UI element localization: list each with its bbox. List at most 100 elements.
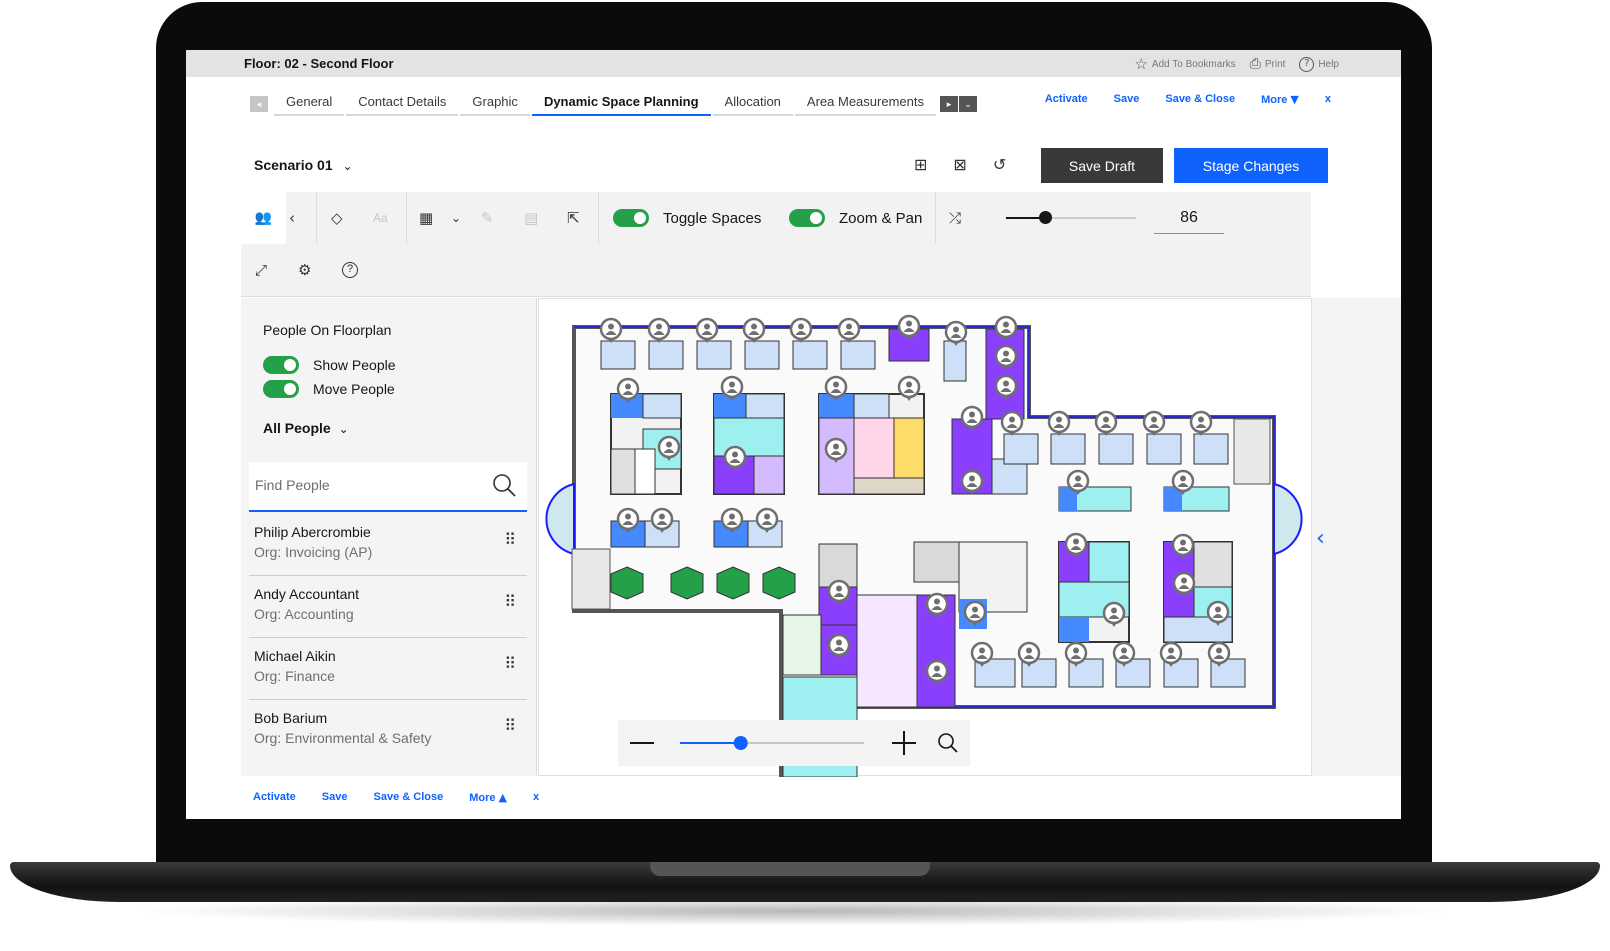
person-org: Org: Invoicing (AP)	[254, 544, 373, 560]
caret-down-icon: ▼	[1290, 93, 1299, 106]
more-link[interactable]: More ▼	[1261, 93, 1299, 106]
person-list-item[interactable]: Michael Aikin Org: Finance ⠿	[249, 638, 527, 700]
table-icon[interactable]: ▤	[524, 192, 538, 244]
save-link[interactable]: Save	[1114, 93, 1140, 106]
settings-gear-icon[interactable]: ⚙	[298, 244, 311, 296]
people-tool-icon[interactable]: 👥	[241, 192, 286, 244]
drag-handle-icon[interactable]: ⠿	[504, 718, 516, 734]
people-panel: People On Floorplan Show People Move Peo…	[241, 298, 537, 776]
zoom-slider-handle[interactable]	[1039, 211, 1052, 224]
zoom-pan-control[interactable]: Zoom & Pan	[789, 192, 922, 244]
floor-title: Floor: 02 - Second Floor	[244, 56, 394, 71]
zoom-pan-label: Zoom & Pan	[839, 209, 923, 227]
person-name: Bob Barium	[254, 710, 328, 726]
zoom-slider[interactable]	[1006, 211, 1136, 224]
save-draft-button[interactable]: Save Draft	[1041, 148, 1163, 183]
shuffle-icon[interactable]: ⤮	[949, 192, 961, 244]
edit-icon[interactable]: ✎	[481, 192, 494, 244]
stair-wing-right	[1273, 482, 1303, 556]
drag-handle-icon[interactable]: ⠿	[504, 532, 516, 548]
find-people-input[interactable]	[249, 462, 469, 508]
fullscreen-icon[interactable]: ⤢	[255, 244, 267, 296]
stairwell-right	[1233, 418, 1271, 485]
tab-graphic[interactable]: Graphic	[460, 90, 530, 116]
toolbar-divider	[316, 192, 317, 244]
toggle-spaces-control[interactable]: Toggle Spaces	[613, 192, 761, 244]
text-style-icon[interactable]: Aa	[373, 192, 388, 244]
map-toolbar: 👥 ‹ ◇ Aa ▦ ⌄ ✎ ▤ ⇱ Toggle Spaces Zoom & …	[241, 192, 1311, 297]
move-people-control[interactable]: Move People	[263, 380, 395, 398]
activate-link[interactable]: Activate	[253, 791, 296, 804]
search-icon[interactable]	[491, 472, 517, 498]
legend-dropdown-icon[interactable]: ⌄	[451, 192, 461, 244]
print-link[interactable]: ⎙ Print	[1250, 56, 1286, 72]
people-filter-dropdown[interactable]: All People ⌄	[263, 420, 349, 436]
floor-plan-canvas[interactable]	[538, 298, 1313, 779]
stairwell-left	[571, 548, 611, 610]
collapse-left-icon[interactable]: ‹	[289, 192, 295, 244]
stage-changes-button[interactable]: Stage Changes	[1174, 148, 1328, 183]
save-link[interactable]: Save	[322, 791, 348, 804]
panel-title: People On Floorplan	[263, 322, 392, 338]
tab-overflow-icon[interactable]: ⌄	[958, 96, 977, 112]
bookmarks-label: Add To Bookmarks	[1151, 58, 1236, 70]
map-zoom-handle[interactable]	[733, 736, 748, 750]
people-filter-label: All People	[263, 420, 331, 436]
tab-scroll-right-icon[interactable]: ▸	[939, 96, 958, 112]
floor-plan-drawing[interactable]	[539, 299, 1313, 779]
tab-dynamic-space-planning[interactable]: Dynamic Space Planning	[531, 90, 711, 116]
expand-grid-icon[interactable]: ⊠	[953, 155, 966, 174]
help-link[interactable]: ? Help	[1299, 56, 1339, 72]
close-link[interactable]: x	[1325, 93, 1331, 106]
tab-general[interactable]: General	[274, 90, 345, 116]
show-people-label: Show People	[313, 357, 396, 373]
zoom-pan-switch[interactable]	[789, 209, 825, 227]
right-collapse-strip	[1312, 298, 1401, 776]
show-people-switch[interactable]	[263, 356, 299, 374]
zoom-in-icon[interactable]	[892, 731, 916, 755]
move-people-label: Move People	[313, 381, 395, 397]
person-name: Philip Abercrombie	[254, 524, 371, 540]
toggle-spaces-label: Toggle Spaces	[663, 209, 762, 227]
legend-icon[interactable]: ▦	[419, 192, 433, 244]
person-list-item[interactable]: Philip Abercrombie Org: Invoicing (AP) ⠿	[249, 514, 527, 576]
tab-contact-details[interactable]: Contact Details	[346, 90, 459, 116]
laptop-notch	[650, 862, 930, 876]
printer-icon: ⎙	[1249, 56, 1261, 72]
drag-handle-icon[interactable]: ⠿	[504, 656, 516, 672]
show-people-control[interactable]: Show People	[263, 356, 396, 374]
tab-bar: ◂ General Contact Details Graphic Dynami…	[250, 90, 977, 116]
more-link[interactable]: More ▲	[469, 791, 507, 804]
person-org: Org: Accounting	[254, 606, 354, 622]
expand-right-icon[interactable]: ‹	[1316, 526, 1325, 551]
scenario-dropdown[interactable]: Scenario 01 ⌄	[254, 157, 353, 173]
title-bar: Floor: 02 - Second Floor ☆ Add To Bookmar…	[186, 50, 1401, 77]
zoom-reset-icon[interactable]	[938, 733, 958, 753]
tab-allocation[interactable]: Allocation	[712, 90, 793, 116]
tab-scroll-left-icon[interactable]: ◂	[250, 96, 268, 112]
zoom-value-field[interactable]: 86	[1154, 202, 1224, 234]
help-icon[interactable]: ?	[342, 244, 358, 296]
toolbar-divider	[598, 192, 599, 244]
add-grid-icon[interactable]: ⊞	[914, 155, 927, 174]
toggle-spaces-switch[interactable]	[613, 209, 649, 227]
save-close-link[interactable]: Save & Close	[374, 791, 444, 804]
caret-up-icon: ▲	[498, 791, 508, 804]
add-bookmarks-link[interactable]: ☆ Add To Bookmarks	[1134, 55, 1235, 73]
launch-icon[interactable]: ⇱	[567, 192, 580, 244]
print-label: Print	[1264, 58, 1286, 70]
person-name: Michael Aikin	[254, 648, 336, 664]
tab-area-measurements[interactable]: Area Measurements	[794, 90, 936, 116]
drag-handle-icon[interactable]: ⠿	[504, 594, 516, 610]
undo-icon[interactable]: ↺	[993, 155, 1006, 174]
more-label: More	[469, 792, 496, 804]
person-list-item[interactable]: Bob Barium Org: Environmental & Safety ⠿	[249, 700, 527, 762]
move-people-switch[interactable]	[263, 380, 299, 398]
layers-icon[interactable]: ◇	[331, 192, 343, 244]
scenario-label: Scenario 01	[254, 157, 333, 173]
activate-link[interactable]: Activate	[1045, 93, 1088, 106]
toolbar-divider	[935, 192, 936, 244]
save-close-link[interactable]: Save & Close	[1165, 93, 1235, 106]
close-link[interactable]: x	[533, 791, 539, 804]
person-list-item[interactable]: Andy Accountant Org: Accounting ⠿	[249, 576, 527, 638]
